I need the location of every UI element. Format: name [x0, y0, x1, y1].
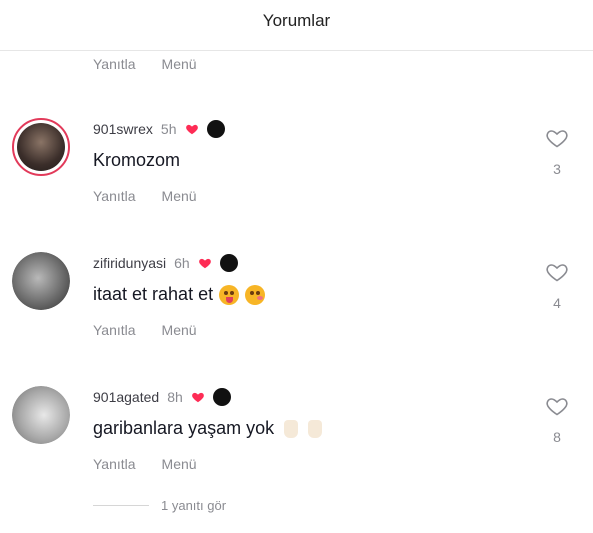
timestamp: 6h [174, 255, 190, 271]
timestamp: 5h [160, 121, 177, 137]
like-button[interactable]: 8 [543, 394, 571, 445]
menu-button[interactable]: Menü [162, 322, 197, 338]
comments-header: Yorumlar [0, 0, 593, 51]
comment-item: zifiridunyasi 6h itaat et rahat et Yanıt… [0, 252, 593, 362]
comment-body: garibanlara yaşam yok [93, 418, 275, 438]
heart-icon [198, 258, 211, 269]
comment-text: garibanlara yaşam yok [93, 418, 323, 439]
reply-button[interactable]: Yanıtla [93, 188, 136, 204]
comment-meta: 901swrex 5h [93, 120, 225, 138]
timestamp: 8h [167, 389, 183, 405]
like-count: 8 [553, 429, 561, 445]
kiss-face-emoji-icon [245, 284, 266, 305]
comment-body: itaat et rahat et [93, 284, 214, 304]
heart-outline-icon [546, 264, 568, 282]
avatar[interactable] [12, 118, 70, 176]
heart-icon [185, 124, 198, 135]
comment-item: 901swrex 5h Kromozom Yanıtla Menü 3 [0, 118, 593, 228]
like-count: 4 [553, 295, 561, 311]
creator-avatar-icon [212, 388, 231, 406]
view-replies-button[interactable]: 1 yanıtı gör [93, 498, 226, 513]
comment-text: itaat et rahat et [93, 284, 266, 305]
partial-comment-actions: Yanıtla Menü [93, 56, 197, 72]
menu-button[interactable]: Menü [162, 56, 197, 72]
reply-button[interactable]: Yanıtla [93, 456, 136, 472]
divider [93, 505, 149, 506]
comment-actions: Yanıtla Menü [93, 322, 197, 338]
like-button[interactable]: 4 [543, 260, 571, 311]
page-title: Yorumlar [262, 11, 331, 30]
reply-button[interactable]: Yanıtla [93, 56, 136, 72]
raised-hand-emoji-icon [308, 419, 323, 438]
tongue-face-emoji-icon [219, 284, 240, 305]
avatar[interactable] [12, 252, 70, 310]
comment-body: Kromozom [93, 150, 181, 170]
username[interactable]: 901agated [93, 389, 159, 405]
like-button[interactable]: 3 [543, 126, 571, 177]
heart-icon [191, 392, 204, 403]
heart-outline-icon [546, 130, 568, 148]
heart-outline-icon [546, 398, 568, 416]
avatar[interactable] [12, 386, 70, 444]
reply-button[interactable]: Yanıtla [93, 322, 136, 338]
creator-avatar-icon [219, 254, 238, 272]
menu-button[interactable]: Menü [162, 456, 197, 472]
like-count: 3 [553, 161, 561, 177]
comment-meta: 901agated 8h [93, 388, 231, 406]
username[interactable]: zifiridunyasi [93, 255, 166, 271]
username[interactable]: 901swrex [93, 121, 153, 137]
menu-button[interactable]: Menü [162, 188, 197, 204]
comment-meta: zifiridunyasi 6h [93, 254, 238, 272]
comment-text: Kromozom [93, 150, 180, 171]
view-replies-label: 1 yanıtı gör [161, 498, 227, 513]
comment-item: 901agated 8h garibanlara yaşam yok Yanıt… [0, 386, 593, 496]
creator-avatar-icon [206, 120, 225, 138]
raised-hand-emoji-icon [284, 419, 299, 438]
comment-actions: Yanıtla Menü [93, 456, 197, 472]
comment-actions: Yanıtla Menü [93, 188, 197, 204]
